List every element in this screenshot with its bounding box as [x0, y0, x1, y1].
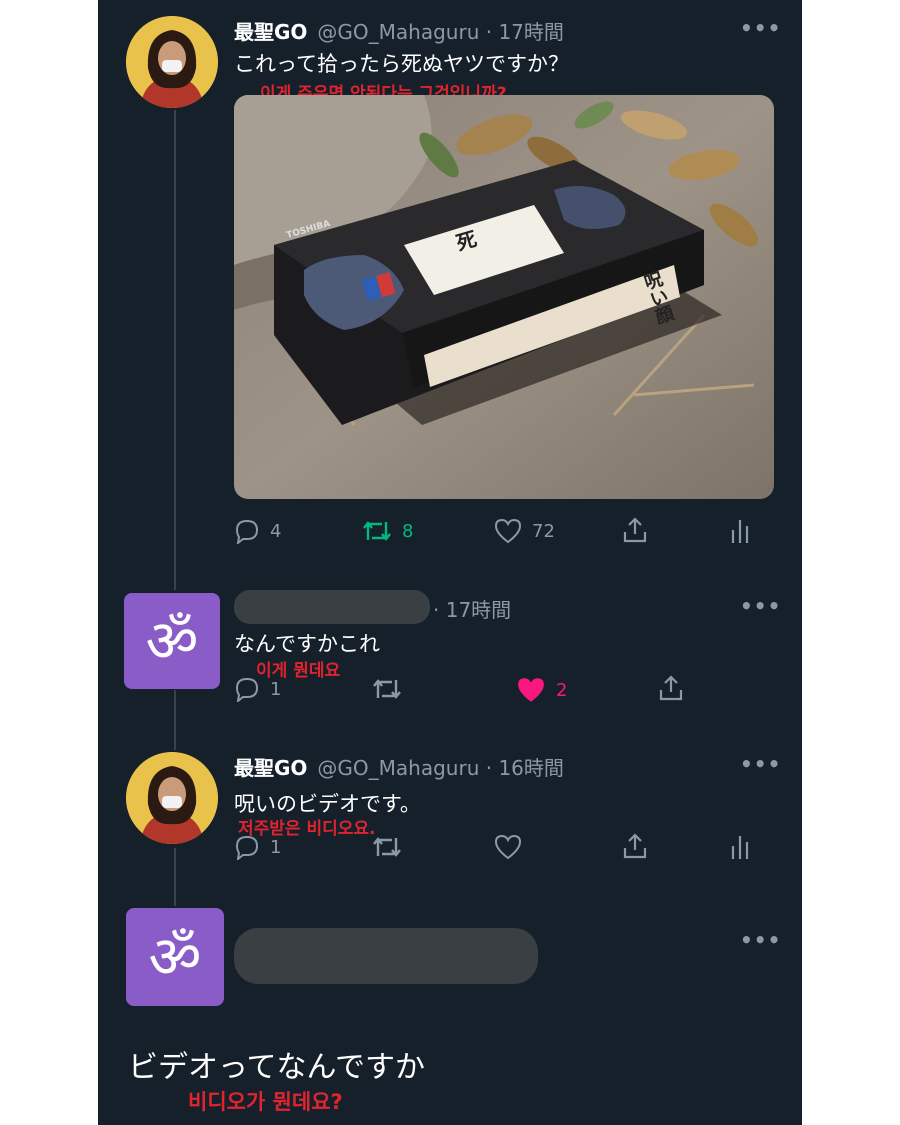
vhs-tape-photo — [234, 95, 774, 499]
heart-outline-icon — [494, 518, 522, 544]
tweet-text: なんですかこれ — [234, 632, 380, 656]
reply-icon — [235, 519, 259, 544]
reply-count: 4 — [270, 520, 282, 542]
thread-line — [174, 110, 176, 590]
heart-filled-icon — [518, 678, 544, 702]
share-button[interactable] — [622, 516, 648, 544]
more-options-icon[interactable]: ••• — [740, 16, 781, 40]
reply-icon — [235, 835, 259, 860]
retweet-icon — [363, 521, 391, 541]
avatar[interactable] — [126, 752, 218, 844]
reply-button[interactable]: 4 — [234, 518, 281, 544]
analytics-icon — [731, 520, 749, 543]
om-icon: ॐ — [148, 923, 202, 991]
person-avatar-icon — [126, 16, 218, 108]
share-icon — [623, 517, 647, 543]
tweet-media-image[interactable]: TOSHIBA 死 呪い顔 — [234, 95, 774, 499]
tweet-time[interactable]: · 17時間 — [433, 594, 511, 623]
retweet-button[interactable] — [372, 676, 402, 702]
share-button[interactable] — [622, 832, 648, 860]
handle-and-time[interactable]: @GO_Mahaguru · 17時間 — [317, 16, 563, 45]
like-button[interactable]: 2 — [516, 676, 567, 704]
reply-count: 1 — [270, 836, 282, 858]
person-avatar-icon — [126, 752, 218, 844]
reply-count: 1 — [270, 678, 282, 700]
tweet-text: これって拾ったら死ぬヤツですか？ — [234, 52, 569, 76]
reply-icon — [235, 677, 259, 702]
share-button[interactable] — [658, 674, 684, 702]
om-avatar[interactable]: ॐ — [126, 908, 224, 1006]
thread-line — [174, 690, 176, 750]
om-avatar[interactable]: ॐ — [124, 593, 220, 689]
retweet-button[interactable] — [372, 834, 402, 860]
twitter-thread-screen: 最聖GO @GO_Mahaguru · 17時間 ••• これって拾ったら死ぬヤ… — [98, 0, 802, 1125]
more-options-icon[interactable]: ••• — [740, 928, 781, 952]
heart-outline-icon — [494, 834, 522, 860]
translation-caption: 비디오가 뭔데요? — [188, 1090, 343, 1114]
like-count: 72 — [532, 520, 555, 542]
om-icon: ॐ — [145, 607, 199, 675]
tweet-text-large: ビデオってなんですか — [128, 1050, 425, 1085]
redacted-name — [234, 928, 538, 984]
retweet-button[interactable]: 8 — [362, 518, 413, 544]
more-options-icon[interactable]: ••• — [740, 594, 781, 618]
redacted-name — [234, 590, 430, 624]
retweet-icon — [373, 679, 401, 699]
like-button[interactable] — [494, 834, 522, 860]
analytics-button[interactable] — [730, 832, 752, 860]
reply-button[interactable]: 1 — [234, 676, 281, 702]
display-name[interactable]: 最聖GO — [234, 752, 307, 781]
retweet-icon — [373, 837, 401, 857]
avatar[interactable] — [126, 16, 218, 108]
share-icon — [623, 833, 647, 859]
handle-and-time[interactable]: @GO_Mahaguru · 16時間 — [317, 752, 563, 781]
analytics-icon — [731, 836, 749, 859]
reply-button[interactable]: 1 — [234, 834, 281, 860]
thread-line — [174, 848, 176, 906]
like-button[interactable]: 72 — [494, 518, 555, 544]
more-options-icon[interactable]: ••• — [740, 752, 781, 776]
like-count: 2 — [556, 679, 568, 701]
display-name[interactable]: 最聖GO — [234, 16, 307, 45]
retweet-count: 8 — [402, 520, 414, 542]
share-icon — [659, 675, 683, 701]
analytics-button[interactable] — [730, 516, 752, 544]
